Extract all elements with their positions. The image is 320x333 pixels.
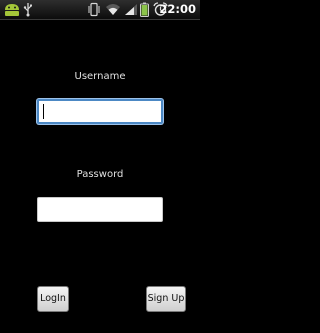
signal-icon [125,4,137,15]
login-screen: 22:00 Username Password LogIn Sign Up [0,0,200,333]
android-notification-icon [5,4,19,16]
password-input[interactable] [37,197,163,222]
battery-icon [140,2,149,17]
username-input[interactable] [37,99,163,124]
status-time: 22:00 [159,2,196,16]
vibrate-icon [88,2,100,17]
signup-button[interactable]: Sign Up [146,286,186,312]
password-label: Password [76,169,124,180]
text-cursor [43,104,44,119]
login-button[interactable]: LogIn [37,286,69,312]
wifi-icon [106,4,120,15]
usb-icon [23,3,32,17]
username-label: Username [74,71,126,82]
status-bar: 22:00 [0,0,200,20]
